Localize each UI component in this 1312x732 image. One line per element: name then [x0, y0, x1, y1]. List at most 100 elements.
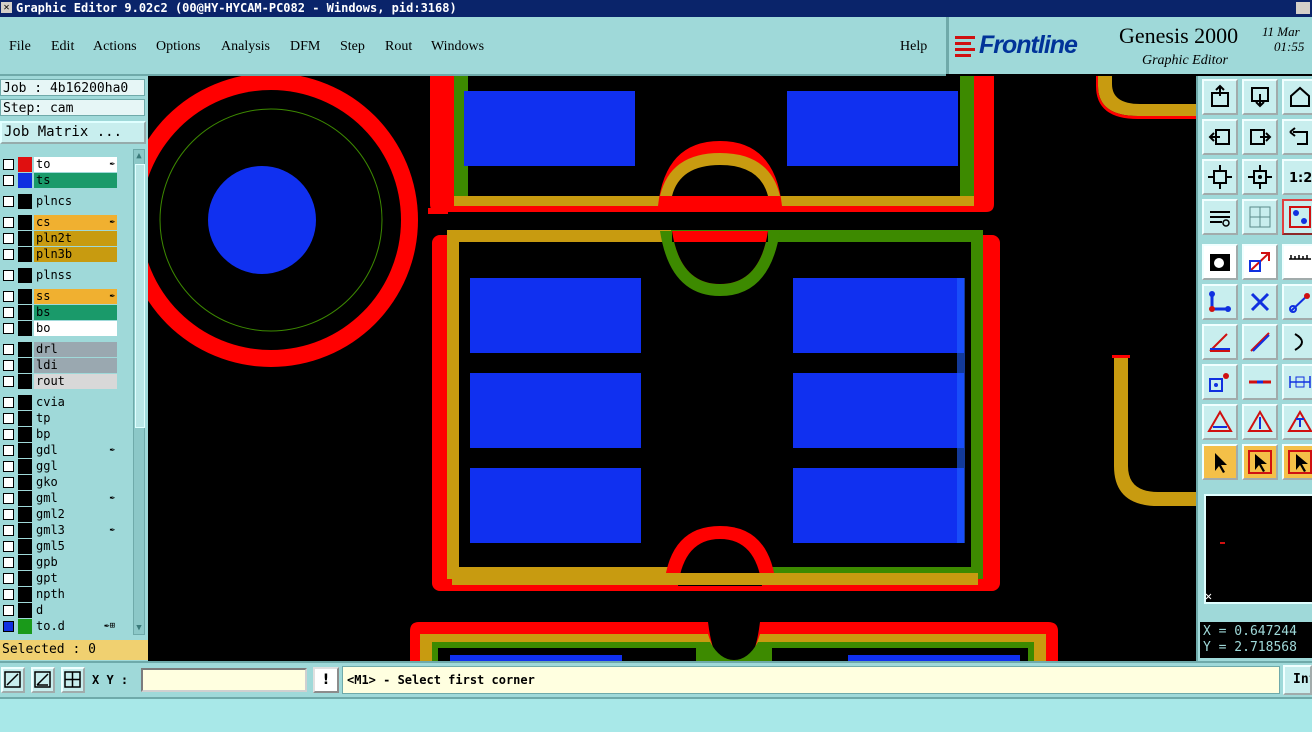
measure-icon[interactable] [1282, 244, 1312, 280]
layer-row[interactable]: gml5 [1, 539, 117, 554]
layer-row[interactable]: gml3 ✒ [1, 523, 117, 538]
layer-name[interactable]: plnss [34, 268, 117, 283]
layer-color-swatch[interactable] [18, 268, 32, 283]
layer-row[interactable]: ss ✒ [1, 289, 117, 304]
layer-checkbox[interactable] [3, 589, 14, 600]
layer-name[interactable]: bo [34, 321, 117, 336]
layer-checkbox[interactable] [3, 445, 14, 456]
layer-color-swatch[interactable] [18, 459, 32, 474]
snap-icon[interactable] [1282, 199, 1312, 235]
layer-name[interactable]: ss ✒ [34, 289, 117, 304]
job-matrix-button[interactable]: Job Matrix ... [0, 121, 146, 144]
layer-row[interactable]: plnss [1, 268, 117, 283]
layer-row[interactable]: cvia [1, 395, 117, 410]
layer-checkbox[interactable] [3, 509, 14, 520]
layer-checkbox[interactable] [3, 541, 14, 552]
layer-row[interactable]: bp [1, 427, 117, 442]
layer-row[interactable]: ts [1, 173, 117, 188]
layer-color-swatch[interactable] [18, 507, 32, 522]
layer-scrollbar[interactable]: ▲ ▼ [133, 149, 145, 635]
layer-color-swatch[interactable] [18, 247, 32, 262]
layer-row[interactable]: cs ✒ [1, 215, 117, 230]
layer-checkbox[interactable] [3, 270, 14, 281]
layer-name[interactable]: bs [34, 305, 117, 320]
layer-color-swatch[interactable] [18, 411, 32, 426]
xy-input[interactable] [141, 668, 307, 692]
layer-checkbox[interactable] [3, 573, 14, 584]
layer-row[interactable]: drl [1, 342, 117, 357]
layer-checkbox[interactable] [3, 621, 14, 632]
info-button[interactable]: Inf [1283, 665, 1312, 695]
layer-checkbox[interactable] [3, 323, 14, 334]
add-line-icon[interactable] [1282, 284, 1312, 320]
layer-checkbox[interactable] [3, 307, 14, 318]
layer-name[interactable]: d [34, 603, 117, 618]
layer-row[interactable]: bs [1, 305, 117, 320]
layer-color-swatch[interactable] [18, 555, 32, 570]
layer-color-swatch[interactable] [18, 342, 32, 357]
layer-name[interactable]: cs ✒ [34, 215, 117, 230]
layer-name[interactable]: gml5 [34, 539, 117, 554]
layer-row[interactable]: npth [1, 587, 117, 602]
layer-color-swatch[interactable] [18, 491, 32, 506]
crosshair-icon[interactable] [61, 667, 85, 693]
layer-row[interactable]: gml ✒ [1, 491, 117, 506]
layer-name[interactable]: pln2t [34, 231, 117, 246]
layer-row[interactable]: bo [1, 321, 117, 336]
layer-color-swatch[interactable] [18, 305, 32, 320]
layer-row[interactable]: ggl [1, 459, 117, 474]
layer-checkbox[interactable] [3, 461, 14, 472]
layer-name[interactable]: ldi [34, 358, 117, 373]
polygon-icon[interactable] [1242, 404, 1278, 440]
graphic-canvas[interactable] [148, 76, 1196, 661]
layer-color-swatch[interactable] [18, 475, 32, 490]
layer-checkbox[interactable] [3, 605, 14, 616]
layer-name[interactable]: to.d ✒⊞ [34, 619, 117, 634]
minimize-button[interactable] [1296, 2, 1310, 14]
layer-row[interactable]: pln2t [1, 231, 117, 246]
scroll-thumb[interactable] [135, 164, 145, 428]
layer-color-swatch[interactable] [18, 157, 32, 172]
layer-name[interactable]: gdl ✒ [34, 443, 117, 458]
layer-name[interactable]: to ✒ [34, 157, 117, 172]
layer-row[interactable]: gml2 [1, 507, 117, 522]
layer-color-swatch[interactable] [18, 539, 32, 554]
menu-edit[interactable]: Edit [51, 39, 74, 55]
pad-add-icon[interactable] [1202, 364, 1238, 400]
layer-name[interactable]: gml2 [34, 507, 117, 522]
layer-checkbox[interactable] [3, 413, 14, 424]
connect-icon[interactable] [1202, 284, 1238, 320]
overview-map[interactable] [1204, 494, 1312, 604]
layer-row[interactable]: gpb [1, 555, 117, 570]
layer-checkbox[interactable] [3, 291, 14, 302]
layer-row[interactable]: ldi [1, 358, 117, 373]
layer-checkbox[interactable] [3, 493, 14, 504]
line-icon[interactable] [1242, 324, 1278, 360]
layer-name[interactable]: ts [34, 173, 117, 188]
layer-row[interactable]: rout [1, 374, 117, 389]
layer-checkbox[interactable] [3, 217, 14, 228]
layer-row[interactable]: to ✒ [1, 157, 117, 172]
select-box-icon[interactable] [1242, 444, 1278, 480]
layer-row[interactable]: d [1, 603, 117, 618]
zoom-down-icon[interactable] [1242, 79, 1278, 115]
menu-analysis[interactable]: Analysis [221, 39, 270, 55]
layer-checkbox[interactable] [3, 249, 14, 260]
menu-actions[interactable]: Actions [93, 39, 137, 55]
undo-zoom-icon[interactable] [1282, 119, 1312, 155]
text-tool-icon[interactable] [1282, 404, 1312, 440]
layer-name[interactable]: tp [34, 411, 117, 426]
layer-color-swatch[interactable] [18, 603, 32, 618]
pan-right-icon[interactable] [1242, 119, 1278, 155]
layer-checkbox[interactable] [3, 477, 14, 488]
layer-color-swatch[interactable] [18, 571, 32, 586]
menu-windows[interactable]: Windows [431, 39, 484, 55]
zoom-window-icon[interactable] [1, 667, 25, 693]
angle-icon[interactable] [1202, 324, 1238, 360]
layer-checkbox[interactable] [3, 397, 14, 408]
layer-row[interactable]: plncs [1, 194, 117, 209]
layer-name[interactable]: gml3 ✒ [34, 523, 117, 538]
layer-name[interactable]: gpb [34, 555, 117, 570]
menu-options[interactable]: Options [156, 39, 200, 55]
pan-left-icon[interactable] [1202, 119, 1238, 155]
